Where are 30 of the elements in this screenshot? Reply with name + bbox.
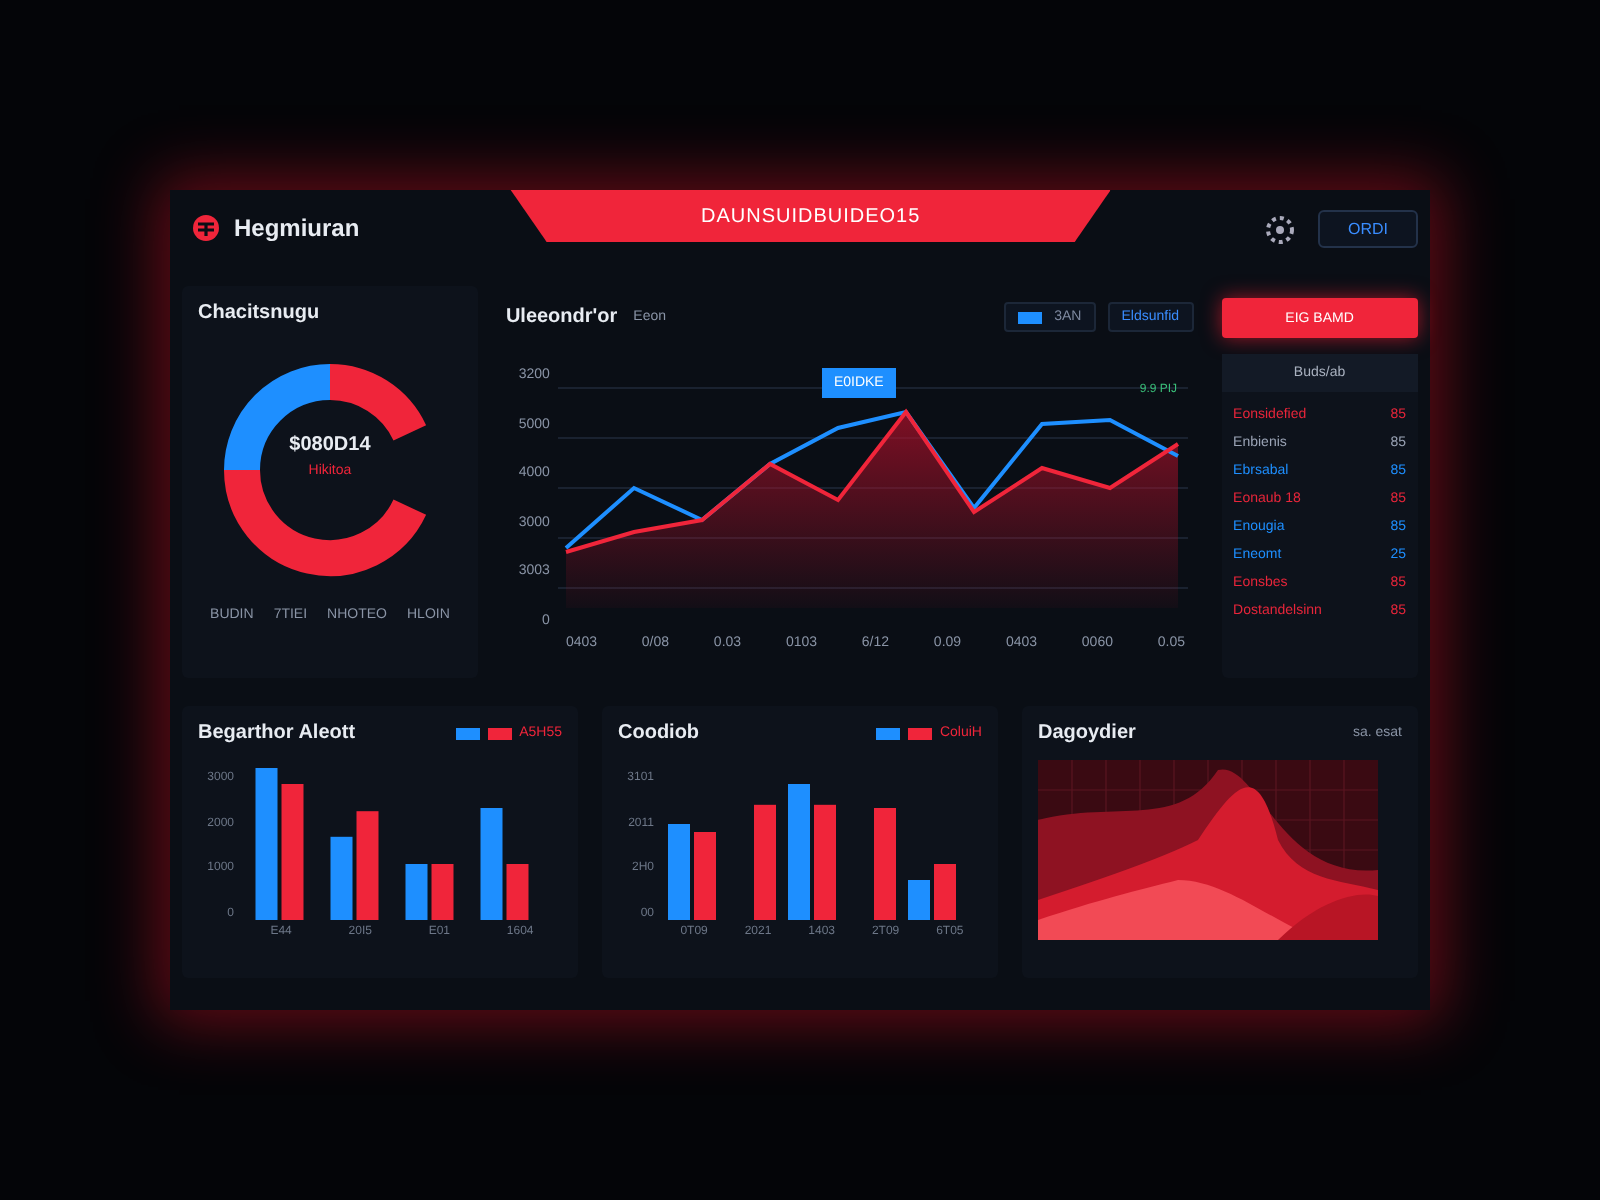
card-title: Coodiob [618, 722, 700, 744]
bar [874, 808, 896, 920]
bar [356, 811, 379, 920]
legend-swatch [487, 727, 512, 739]
logo-icon [190, 214, 222, 242]
bar [788, 784, 810, 920]
bar [908, 880, 930, 920]
bar [814, 804, 836, 920]
brand-name: Hegmiuran [234, 214, 360, 242]
bar [934, 864, 956, 920]
card-title: Uleeondr'or [505, 306, 618, 328]
bar [480, 808, 503, 920]
header-button[interactable]: ORDI [1318, 210, 1418, 248]
legend-swatch [907, 727, 932, 739]
bar [405, 864, 428, 920]
title-banner: DAUNSUIDBUIDEO15 [510, 190, 1111, 242]
card-title: Dagoydier [1038, 722, 1136, 744]
card-title: Begarthor Aleott [198, 722, 356, 744]
bar [330, 836, 353, 920]
card-title: Chacitsnugu [198, 302, 322, 324]
legend-swatch [455, 727, 480, 739]
bar [281, 784, 304, 920]
bar [754, 804, 776, 920]
bar [668, 824, 690, 920]
legend-swatch [875, 727, 900, 739]
bar [431, 864, 454, 920]
gear-icon[interactable] [1262, 211, 1298, 247]
center-value: $080D14 [289, 434, 371, 456]
bar [694, 832, 716, 920]
bar [506, 864, 529, 920]
